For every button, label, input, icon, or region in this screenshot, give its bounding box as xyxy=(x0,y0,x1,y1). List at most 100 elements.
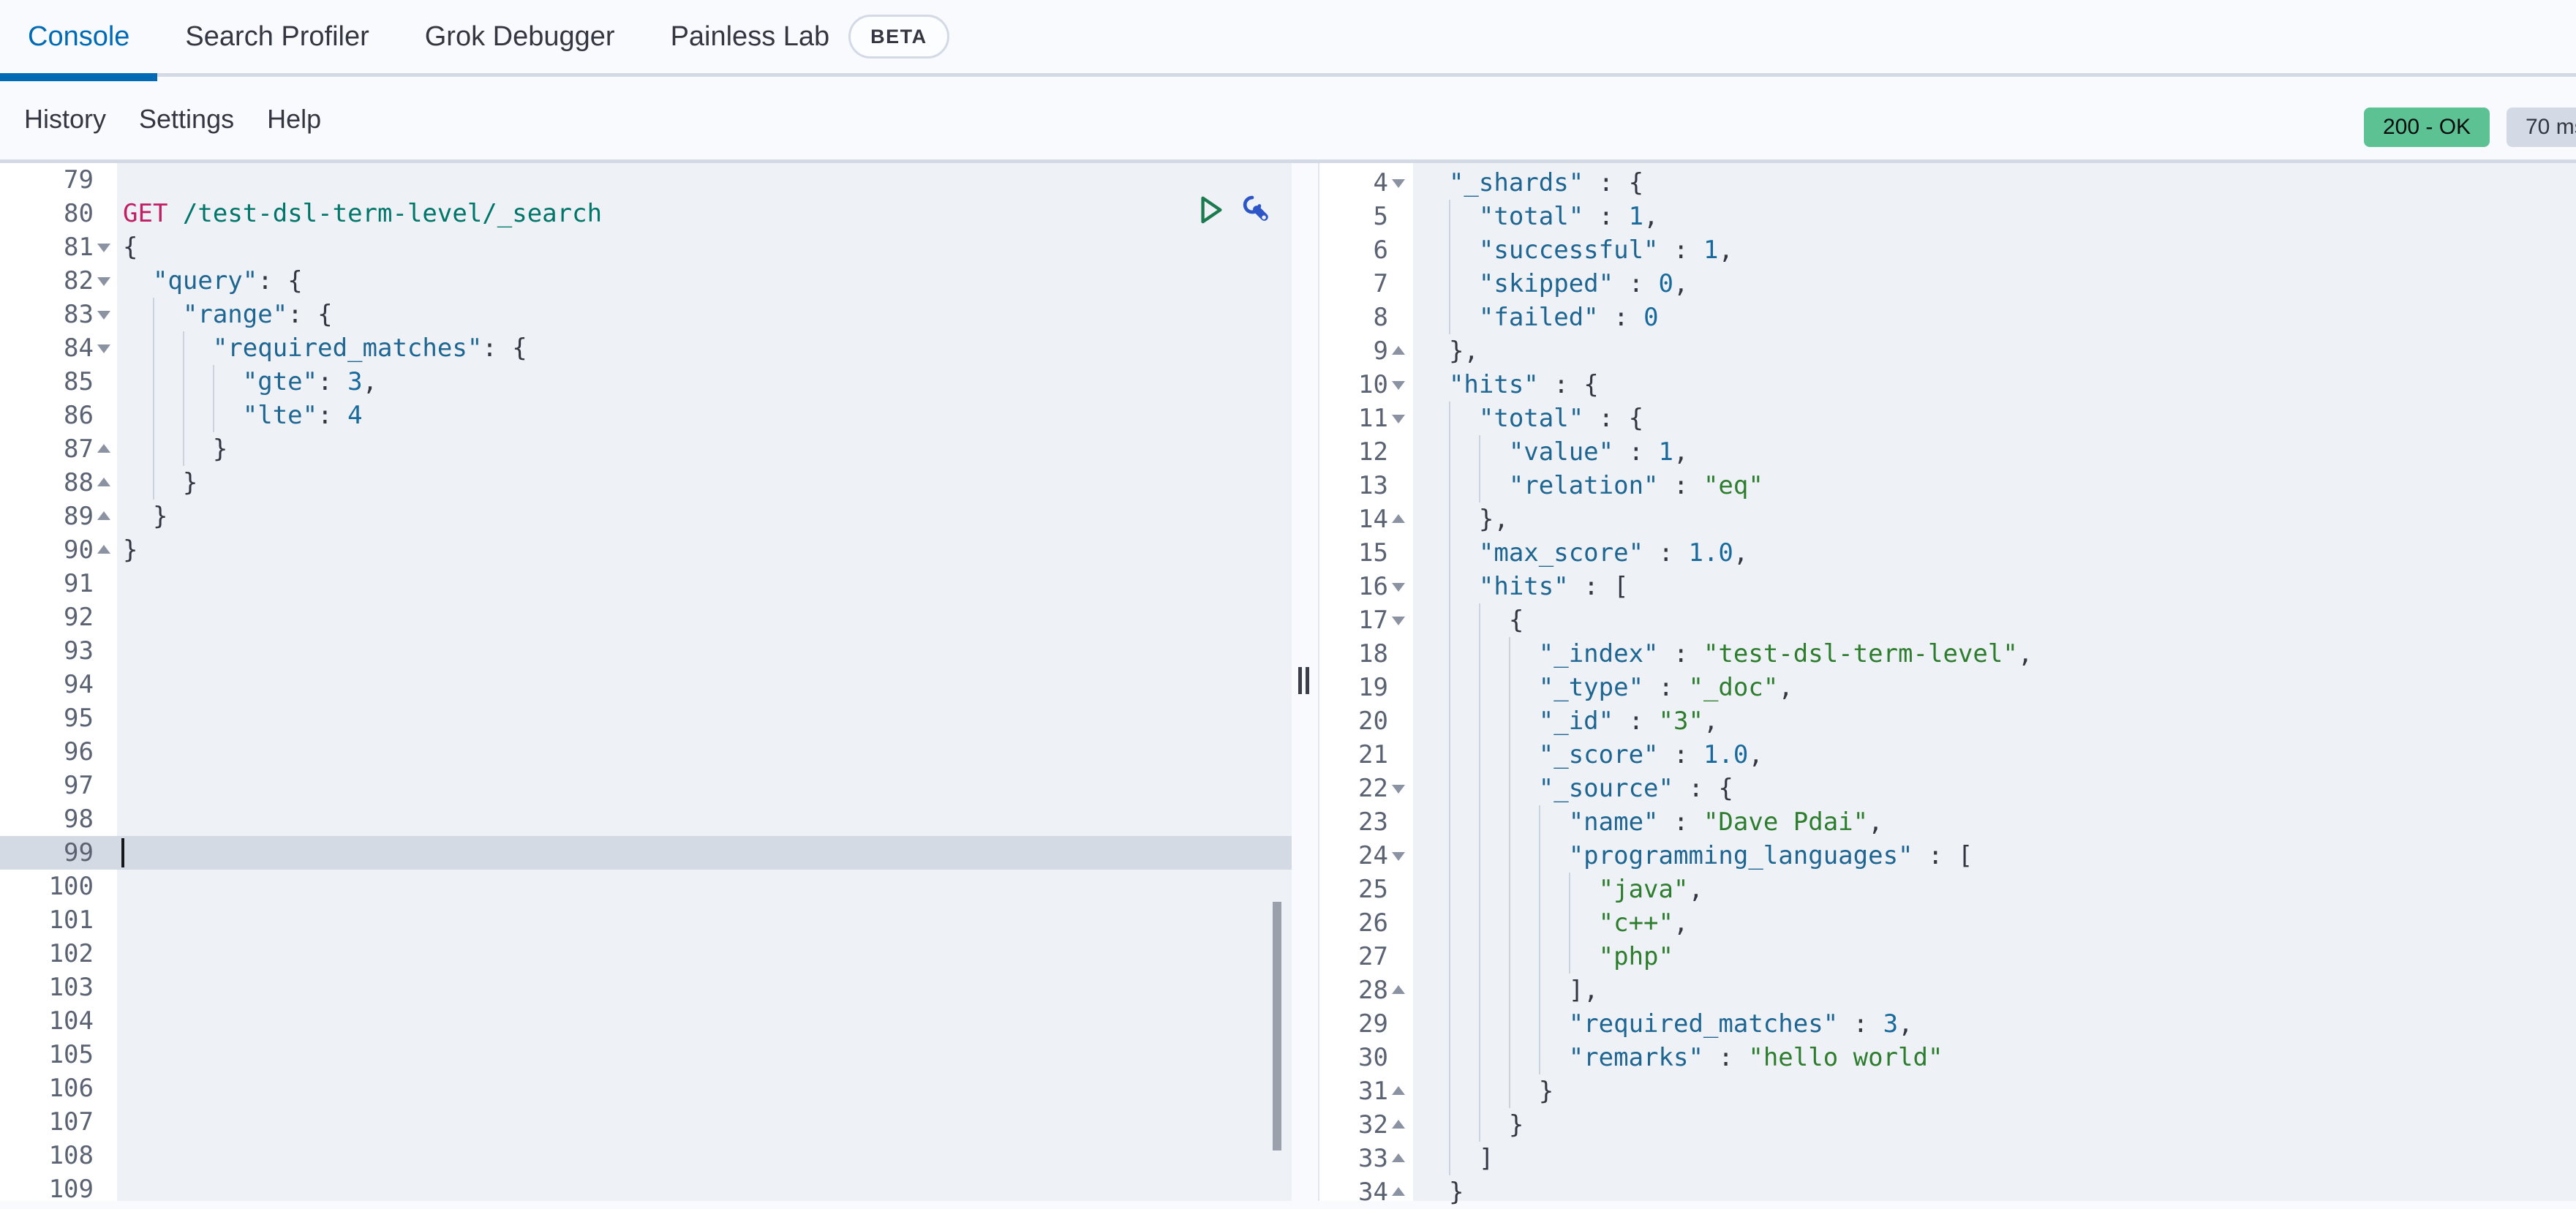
tab-painless-lab[interactable]: Painless LabBETA xyxy=(643,0,977,73)
fold-toggle-icon[interactable] xyxy=(94,533,117,567)
response-code-line[interactable]: 27 "php" xyxy=(1318,940,2576,973)
code-text[interactable] xyxy=(117,735,1292,769)
request-code-line[interactable]: 97 xyxy=(0,769,1292,802)
response-code-line[interactable]: 6 "successful" : 1, xyxy=(1318,233,2576,267)
code-text[interactable]: "_id" : "3", xyxy=(1413,704,2576,738)
code-text[interactable]: "successful" : 1, xyxy=(1413,233,2576,267)
code-text[interactable]: GET /test-dsl-term-level/_search xyxy=(117,197,1292,230)
code-text[interactable]: "php" xyxy=(1413,940,2576,973)
request-code-line[interactable]: 94 xyxy=(0,668,1292,701)
fold-toggle-icon[interactable] xyxy=(94,466,117,500)
code-text[interactable]: "total" : 1, xyxy=(1413,200,2576,233)
code-text[interactable] xyxy=(117,1038,1292,1071)
response-code-line[interactable]: 15 "max_score" : 1.0, xyxy=(1318,536,2576,570)
code-text[interactable]: "_score" : 1.0, xyxy=(1413,738,2576,772)
response-code-line[interactable]: 9 }, xyxy=(1318,334,2576,368)
response-code-line[interactable]: 20 "_id" : "3", xyxy=(1318,704,2576,738)
code-text[interactable] xyxy=(117,1172,1292,1206)
code-text[interactable] xyxy=(117,1105,1292,1139)
code-text[interactable]: "java", xyxy=(1413,873,2576,906)
response-code-line[interactable]: 21 "_score" : 1.0, xyxy=(1318,738,2576,772)
response-code-line[interactable]: 29 "required_matches" : 3, xyxy=(1318,1007,2576,1041)
code-text[interactable]: ] xyxy=(1413,1142,2576,1175)
code-text[interactable]: "total" : { xyxy=(1413,402,2576,435)
request-code-line[interactable]: 88 } xyxy=(0,466,1292,500)
fold-toggle-icon[interactable] xyxy=(1388,1142,1413,1175)
code-text[interactable]: } xyxy=(117,466,1292,500)
fold-toggle-icon[interactable] xyxy=(1388,1175,1413,1209)
code-text[interactable] xyxy=(117,567,1292,600)
request-code-line[interactable]: 104 xyxy=(0,1004,1292,1038)
request-code-line[interactable]: 87 } xyxy=(0,432,1292,466)
code-text[interactable]: "query": { xyxy=(117,264,1292,298)
fold-toggle-icon[interactable] xyxy=(94,331,117,365)
code-text[interactable]: "range": { xyxy=(117,298,1292,331)
request-code-line[interactable]: 96 xyxy=(0,735,1292,769)
fold-toggle-icon[interactable] xyxy=(1388,1074,1413,1108)
response-code-line[interactable]: 18 "_index" : "test-dsl-term-level", xyxy=(1318,637,2576,671)
request-code-line[interactable]: 81{ xyxy=(0,230,1292,264)
response-code-line[interactable]: 22 "_source" : { xyxy=(1318,772,2576,805)
menu-help[interactable]: Help xyxy=(267,104,321,135)
request-code-line[interactable]: 95 xyxy=(0,701,1292,735)
code-text[interactable]: } xyxy=(1413,1108,2576,1142)
request-code-line[interactable]: 102 xyxy=(0,937,1292,971)
request-code-line[interactable]: 99 xyxy=(0,836,1292,870)
response-code-line[interactable]: 12 "value" : 1, xyxy=(1318,435,2576,469)
response-code-line[interactable]: 30 "remarks" : "hello world" xyxy=(1318,1041,2576,1074)
fold-toggle-icon[interactable] xyxy=(1388,368,1413,402)
code-text[interactable]: "lte": 4 xyxy=(117,399,1292,432)
menu-settings[interactable]: Settings xyxy=(139,104,234,135)
code-text[interactable] xyxy=(117,701,1292,735)
code-text[interactable]: "c++", xyxy=(1413,906,2576,940)
code-text[interactable] xyxy=(117,1071,1292,1105)
request-code-line[interactable]: 107 xyxy=(0,1105,1292,1139)
request-code-line[interactable]: 92 xyxy=(0,600,1292,634)
fold-toggle-icon[interactable] xyxy=(94,432,117,466)
code-text[interactable]: "required_matches": { xyxy=(117,331,1292,365)
fold-toggle-icon[interactable] xyxy=(1388,334,1413,368)
code-text[interactable]: "gte": 3, xyxy=(117,365,1292,399)
fold-toggle-icon[interactable] xyxy=(1388,772,1413,805)
code-text[interactable]: "_source" : { xyxy=(1413,772,2576,805)
code-text[interactable] xyxy=(117,634,1292,668)
code-text[interactable] xyxy=(117,1139,1292,1172)
request-code-line[interactable]: 93 xyxy=(0,634,1292,668)
request-options-button[interactable] xyxy=(1239,194,1271,226)
code-text[interactable] xyxy=(117,668,1292,701)
fold-toggle-icon[interactable] xyxy=(94,264,117,298)
response-code-line[interactable]: 34 } xyxy=(1318,1175,2576,1209)
fold-toggle-icon[interactable] xyxy=(1388,603,1413,637)
code-text[interactable] xyxy=(117,937,1292,971)
request-code-line[interactable]: 82 "query": { xyxy=(0,264,1292,298)
fold-toggle-icon[interactable] xyxy=(94,230,117,264)
code-text[interactable]: } xyxy=(117,432,1292,466)
response-code-line[interactable]: 4 "_shards" : { xyxy=(1318,166,2576,200)
code-text[interactable] xyxy=(117,1004,1292,1038)
menu-history[interactable]: History xyxy=(24,104,106,135)
code-text[interactable]: } xyxy=(1413,1074,2576,1108)
panel-splitter[interactable] xyxy=(1292,163,1318,1201)
code-text[interactable] xyxy=(117,870,1292,903)
code-text[interactable]: "required_matches" : 3, xyxy=(1413,1007,2576,1041)
send-request-button[interactable] xyxy=(1195,194,1227,226)
request-code-line[interactable]: 91 xyxy=(0,567,1292,600)
code-text[interactable]: "name" : "Dave Pdai", xyxy=(1413,805,2576,839)
fold-toggle-icon[interactable] xyxy=(94,298,117,331)
code-text[interactable]: ], xyxy=(1413,973,2576,1007)
code-text[interactable] xyxy=(117,836,1292,870)
response-code-line[interactable]: 10 "hits" : { xyxy=(1318,368,2576,402)
response-code-line[interactable]: 33 ] xyxy=(1318,1142,2576,1175)
response-code-line[interactable]: 5 "total" : 1, xyxy=(1318,200,2576,233)
code-text[interactable]: "failed" : 0 xyxy=(1413,301,2576,334)
code-text[interactable]: } xyxy=(117,500,1292,533)
code-text[interactable]: "remarks" : "hello world" xyxy=(1413,1041,2576,1074)
code-text[interactable]: { xyxy=(1413,603,2576,637)
code-text[interactable] xyxy=(117,802,1292,836)
response-code-line[interactable]: 28 ], xyxy=(1318,973,2576,1007)
fold-toggle-icon[interactable] xyxy=(1388,570,1413,603)
response-viewer[interactable]: 4 "_shards" : {5 "total" : 1,6 "successf… xyxy=(1318,166,2576,1209)
request-code-line[interactable]: 83 "range": { xyxy=(0,298,1292,331)
response-code-line[interactable]: 23 "name" : "Dave Pdai", xyxy=(1318,805,2576,839)
request-code-line[interactable]: 98 xyxy=(0,802,1292,836)
